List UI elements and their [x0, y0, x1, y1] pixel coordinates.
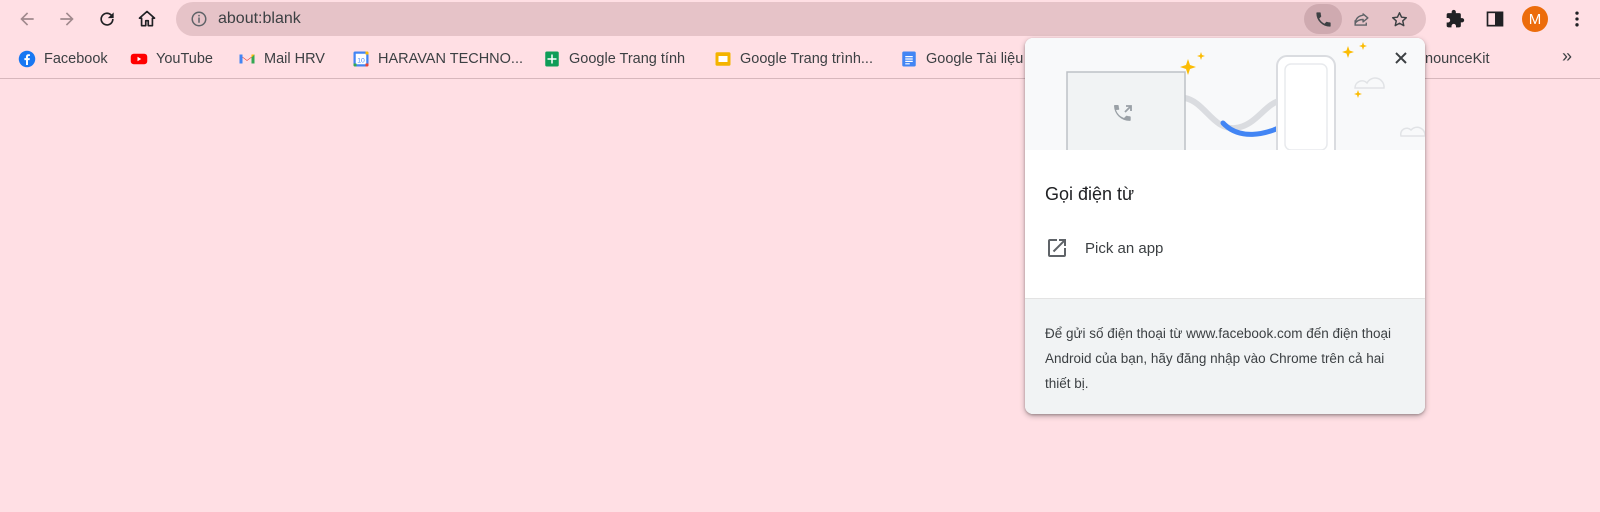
- dialog-title: Gọi điện từ: [1045, 184, 1135, 204]
- bookmark-label: Mail HRV: [264, 51, 325, 67]
- side-panel-button[interactable]: [1480, 4, 1510, 34]
- address-bar[interactable]: about:blank: [176, 2, 1426, 36]
- profile-avatar[interactable]: M: [1522, 6, 1548, 32]
- browser-toolbar: about:blank M: [0, 0, 1600, 38]
- close-button[interactable]: [1389, 46, 1413, 70]
- arrow-left-icon: [20, 12, 34, 26]
- bookmark-google-slides[interactable]: Google Trang trình...: [714, 48, 873, 70]
- gmail-icon: [239, 54, 255, 64]
- side-panel-icon: [1486, 11, 1504, 27]
- more-bookmarks-button[interactable]: »: [1562, 46, 1572, 67]
- bookmark-mail-hrv[interactable]: Mail HRV: [238, 48, 325, 70]
- pick-an-app-label: Pick an app: [1085, 240, 1164, 257]
- menu-button[interactable]: [1562, 4, 1592, 34]
- info-icon[interactable]: [190, 10, 208, 28]
- home-button[interactable]: [132, 4, 162, 34]
- puzzle-icon: [1446, 9, 1465, 28]
- youtube-icon: [130, 53, 148, 65]
- footer-text: Để gửi số điện thoại từ www.facebook.com…: [1045, 326, 1392, 391]
- bookmark-label: Facebook: [44, 51, 108, 67]
- facebook-icon: [18, 50, 36, 68]
- bookmark-google-sheets[interactable]: Google Trang tính: [543, 48, 685, 70]
- docs-icon: [902, 51, 916, 67]
- pick-an-app-button[interactable]: Pick an app: [1025, 224, 1425, 272]
- bookmark-google-docs[interactable]: Google Tài liệu: [900, 48, 1023, 70]
- bookmark-label: nounceKit: [1425, 51, 1490, 67]
- bookmark-youtube[interactable]: YouTube: [130, 48, 213, 70]
- kebab-menu-icon: [1575, 11, 1579, 27]
- bookmark-haravan[interactable]: 10 HARAVAN TECHNO...: [352, 48, 523, 70]
- bookmark-announcekit[interactable]: nounceKit: [1425, 48, 1490, 70]
- sheets-icon: [545, 51, 559, 67]
- reload-icon: [100, 12, 114, 26]
- phone-icon: [1315, 11, 1331, 27]
- sign-in-footer: Để gửi số điện thoại từ www.facebook.com…: [1025, 298, 1425, 414]
- bookmark-label: Google Tài liệu: [926, 51, 1024, 67]
- laptop-phone-illustration: [1043, 42, 1425, 161]
- bookmark-label: Google Trang tính: [569, 51, 686, 67]
- share-button[interactable]: [1342, 4, 1380, 34]
- star-icon: [1391, 11, 1407, 26]
- calendar-icon: 10: [353, 51, 369, 67]
- click-to-call-dialog: Gọi điện từ Pick an app Để gửi số điện t…: [1025, 38, 1425, 414]
- bookmark-label: HARAVAN TECHNO...: [378, 51, 524, 67]
- devices-illustration: [1025, 38, 1425, 161]
- svg-text:10: 10: [357, 57, 365, 64]
- bookmark-label: Google Trang trình...: [740, 51, 873, 67]
- bookmark-star-button[interactable]: [1380, 4, 1418, 34]
- home-icon: [138, 10, 156, 27]
- url-text[interactable]: about:blank: [218, 10, 301, 28]
- reload-button[interactable]: [92, 4, 122, 34]
- close-icon: [1395, 52, 1407, 64]
- click-to-call-button[interactable]: [1304, 4, 1342, 34]
- share-icon: [1353, 12, 1369, 26]
- bookmark-facebook[interactable]: Facebook: [18, 48, 108, 70]
- slides-icon: [715, 52, 731, 66]
- arrow-right-icon: [60, 12, 74, 26]
- open-external-icon: [1048, 239, 1066, 257]
- extensions-button[interactable]: [1440, 4, 1470, 34]
- forward-button[interactable]: [52, 4, 82, 34]
- bookmark-label: YouTube: [156, 51, 213, 67]
- back-button[interactable]: [12, 4, 42, 34]
